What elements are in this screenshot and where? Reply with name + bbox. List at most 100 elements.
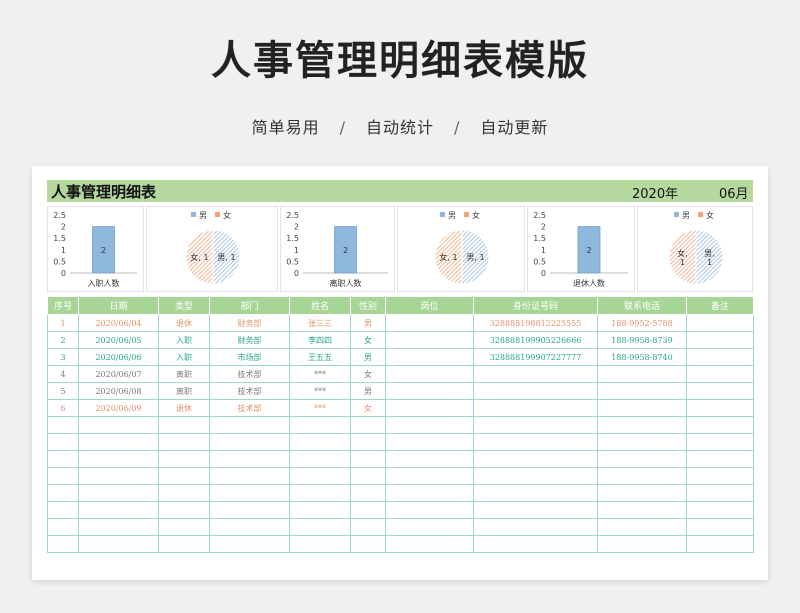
table-cell-empty[interactable] — [473, 433, 598, 451]
table-cell-empty[interactable] — [158, 484, 210, 502]
cell-position[interactable] — [385, 399, 474, 417]
table-cell-empty[interactable] — [350, 484, 386, 502]
table-cell-empty[interactable] — [597, 467, 687, 485]
table-cell-empty[interactable] — [385, 467, 474, 485]
cell-name[interactable]: 李四四 — [289, 331, 351, 349]
cell-department[interactable]: 技术部 — [209, 382, 290, 400]
table-cell-empty[interactable] — [686, 535, 754, 553]
table-cell-empty[interactable] — [209, 416, 290, 434]
table-cell-empty[interactable] — [47, 535, 79, 553]
table-cell-empty[interactable] — [385, 518, 474, 536]
table-cell-empty[interactable] — [350, 518, 386, 536]
table-cell-empty[interactable] — [289, 467, 351, 485]
cell-name[interactable]: *** — [289, 365, 351, 383]
col-header-gender[interactable]: 性别 — [350, 296, 386, 315]
cell-id-number[interactable]: 328888198812225555 — [473, 314, 598, 332]
cell-gender[interactable]: 女 — [350, 365, 386, 383]
cell-type[interactable]: 离职 — [158, 365, 210, 383]
table-cell-empty[interactable] — [686, 501, 754, 519]
cell-gender[interactable]: 女 — [350, 399, 386, 417]
cell-type[interactable]: 入职 — [158, 331, 210, 349]
cell-phone[interactable]: 188-9958-8739 — [597, 331, 687, 349]
table-cell-empty[interactable] — [209, 518, 290, 536]
cell-department[interactable]: 技术部 — [209, 399, 290, 417]
table-cell-empty[interactable] — [78, 433, 159, 451]
col-header-date[interactable]: 日期 — [78, 296, 159, 315]
cell-index[interactable]: 2 — [47, 331, 79, 349]
table-cell-empty[interactable] — [47, 467, 79, 485]
table-cell-empty[interactable] — [209, 501, 290, 519]
table-cell-empty[interactable] — [597, 450, 687, 468]
cell-remarks[interactable] — [686, 399, 754, 417]
table-cell-empty[interactable] — [47, 450, 79, 468]
table-cell-empty[interactable] — [686, 416, 754, 434]
pie-chart-retired-gender[interactable]: 男女男, 1 女, 1 — [637, 206, 753, 292]
cell-position[interactable] — [385, 365, 474, 383]
table-cell-empty[interactable] — [686, 484, 754, 502]
table-cell-empty[interactable] — [350, 535, 386, 553]
cell-position[interactable] — [385, 314, 474, 332]
table-cell-empty[interactable] — [686, 467, 754, 485]
cell-department[interactable]: 市场部 — [209, 348, 290, 366]
cell-date[interactable]: 2020/06/07 — [78, 365, 159, 383]
table-cell-empty[interactable] — [473, 467, 598, 485]
table-cell-empty[interactable] — [158, 467, 210, 485]
cell-department[interactable]: 财务部 — [209, 314, 290, 332]
cell-remarks[interactable] — [686, 314, 754, 332]
col-header-phone[interactable]: 联系电话 — [597, 296, 687, 315]
cell-date[interactable]: 2020/06/06 — [78, 348, 159, 366]
table-cell-empty[interactable] — [473, 484, 598, 502]
table-cell-empty[interactable] — [289, 518, 351, 536]
cell-remarks[interactable] — [686, 331, 754, 349]
table-cell-empty[interactable] — [209, 535, 290, 553]
cell-date[interactable]: 2020/06/05 — [78, 331, 159, 349]
cell-gender[interactable]: 男 — [350, 314, 386, 332]
col-header-index[interactable]: 序号 — [47, 296, 79, 315]
table-cell-empty[interactable] — [350, 501, 386, 519]
cell-gender[interactable]: 男 — [350, 382, 386, 400]
table-cell-empty[interactable] — [597, 518, 687, 536]
table-cell-empty[interactable] — [289, 450, 351, 468]
cell-id-number[interactable]: 328888199907227777 — [473, 348, 598, 366]
cell-phone[interactable]: 188-9958-8740 — [597, 348, 687, 366]
cell-index[interactable]: 1 — [47, 314, 79, 332]
cell-index[interactable]: 3 — [47, 348, 79, 366]
col-header-id-number[interactable]: 身份证号码 — [473, 296, 598, 315]
table-cell-empty[interactable] — [47, 416, 79, 434]
cell-phone[interactable] — [597, 399, 687, 417]
table-cell-empty[interactable] — [78, 535, 159, 553]
cell-position[interactable] — [385, 382, 474, 400]
table-cell-empty[interactable] — [289, 535, 351, 553]
bar-chart-retired[interactable]: 0 0.5 1 1.5 2 2.5 2 退休人数 — [527, 206, 635, 292]
table-cell-empty[interactable] — [78, 518, 159, 536]
table-cell-empty[interactable] — [385, 416, 474, 434]
table-cell-empty[interactable] — [597, 535, 687, 553]
cell-date[interactable]: 2020/06/04 — [78, 314, 159, 332]
cell-phone[interactable]: 188-9952-5788 — [597, 314, 687, 332]
cell-name[interactable]: *** — [289, 382, 351, 400]
cell-gender[interactable]: 女 — [350, 331, 386, 349]
table-cell-empty[interactable] — [473, 518, 598, 536]
col-header-department[interactable]: 部门 — [209, 296, 290, 315]
table-cell-empty[interactable] — [385, 535, 474, 553]
cell-department[interactable]: 技术部 — [209, 365, 290, 383]
cell-name[interactable]: 张三三 — [289, 314, 351, 332]
table-cell-empty[interactable] — [47, 433, 79, 451]
cell-name[interactable]: *** — [289, 399, 351, 417]
col-header-name[interactable]: 姓名 — [289, 296, 351, 315]
cell-position[interactable] — [385, 331, 474, 349]
table-cell-empty[interactable] — [686, 433, 754, 451]
table-cell-empty[interactable] — [686, 518, 754, 536]
table-cell-empty[interactable] — [597, 416, 687, 434]
pie-chart-hired-gender[interactable]: 男 女男, 1 女, 1 — [146, 206, 278, 292]
table-cell-empty[interactable] — [289, 484, 351, 502]
cell-type[interactable]: 退休 — [158, 399, 210, 417]
cell-date[interactable]: 2020/06/09 — [78, 399, 159, 417]
table-cell-empty[interactable] — [350, 450, 386, 468]
cell-remarks[interactable] — [686, 365, 754, 383]
table-cell-empty[interactable] — [385, 450, 474, 468]
bar-chart-resigned[interactable]: 0 0.5 1 1.5 2 2.5 2 离职人数 — [280, 206, 395, 292]
cell-id-number[interactable]: 328888199905226666 — [473, 331, 598, 349]
table-cell-empty[interactable] — [289, 416, 351, 434]
table-cell-empty[interactable] — [385, 484, 474, 502]
